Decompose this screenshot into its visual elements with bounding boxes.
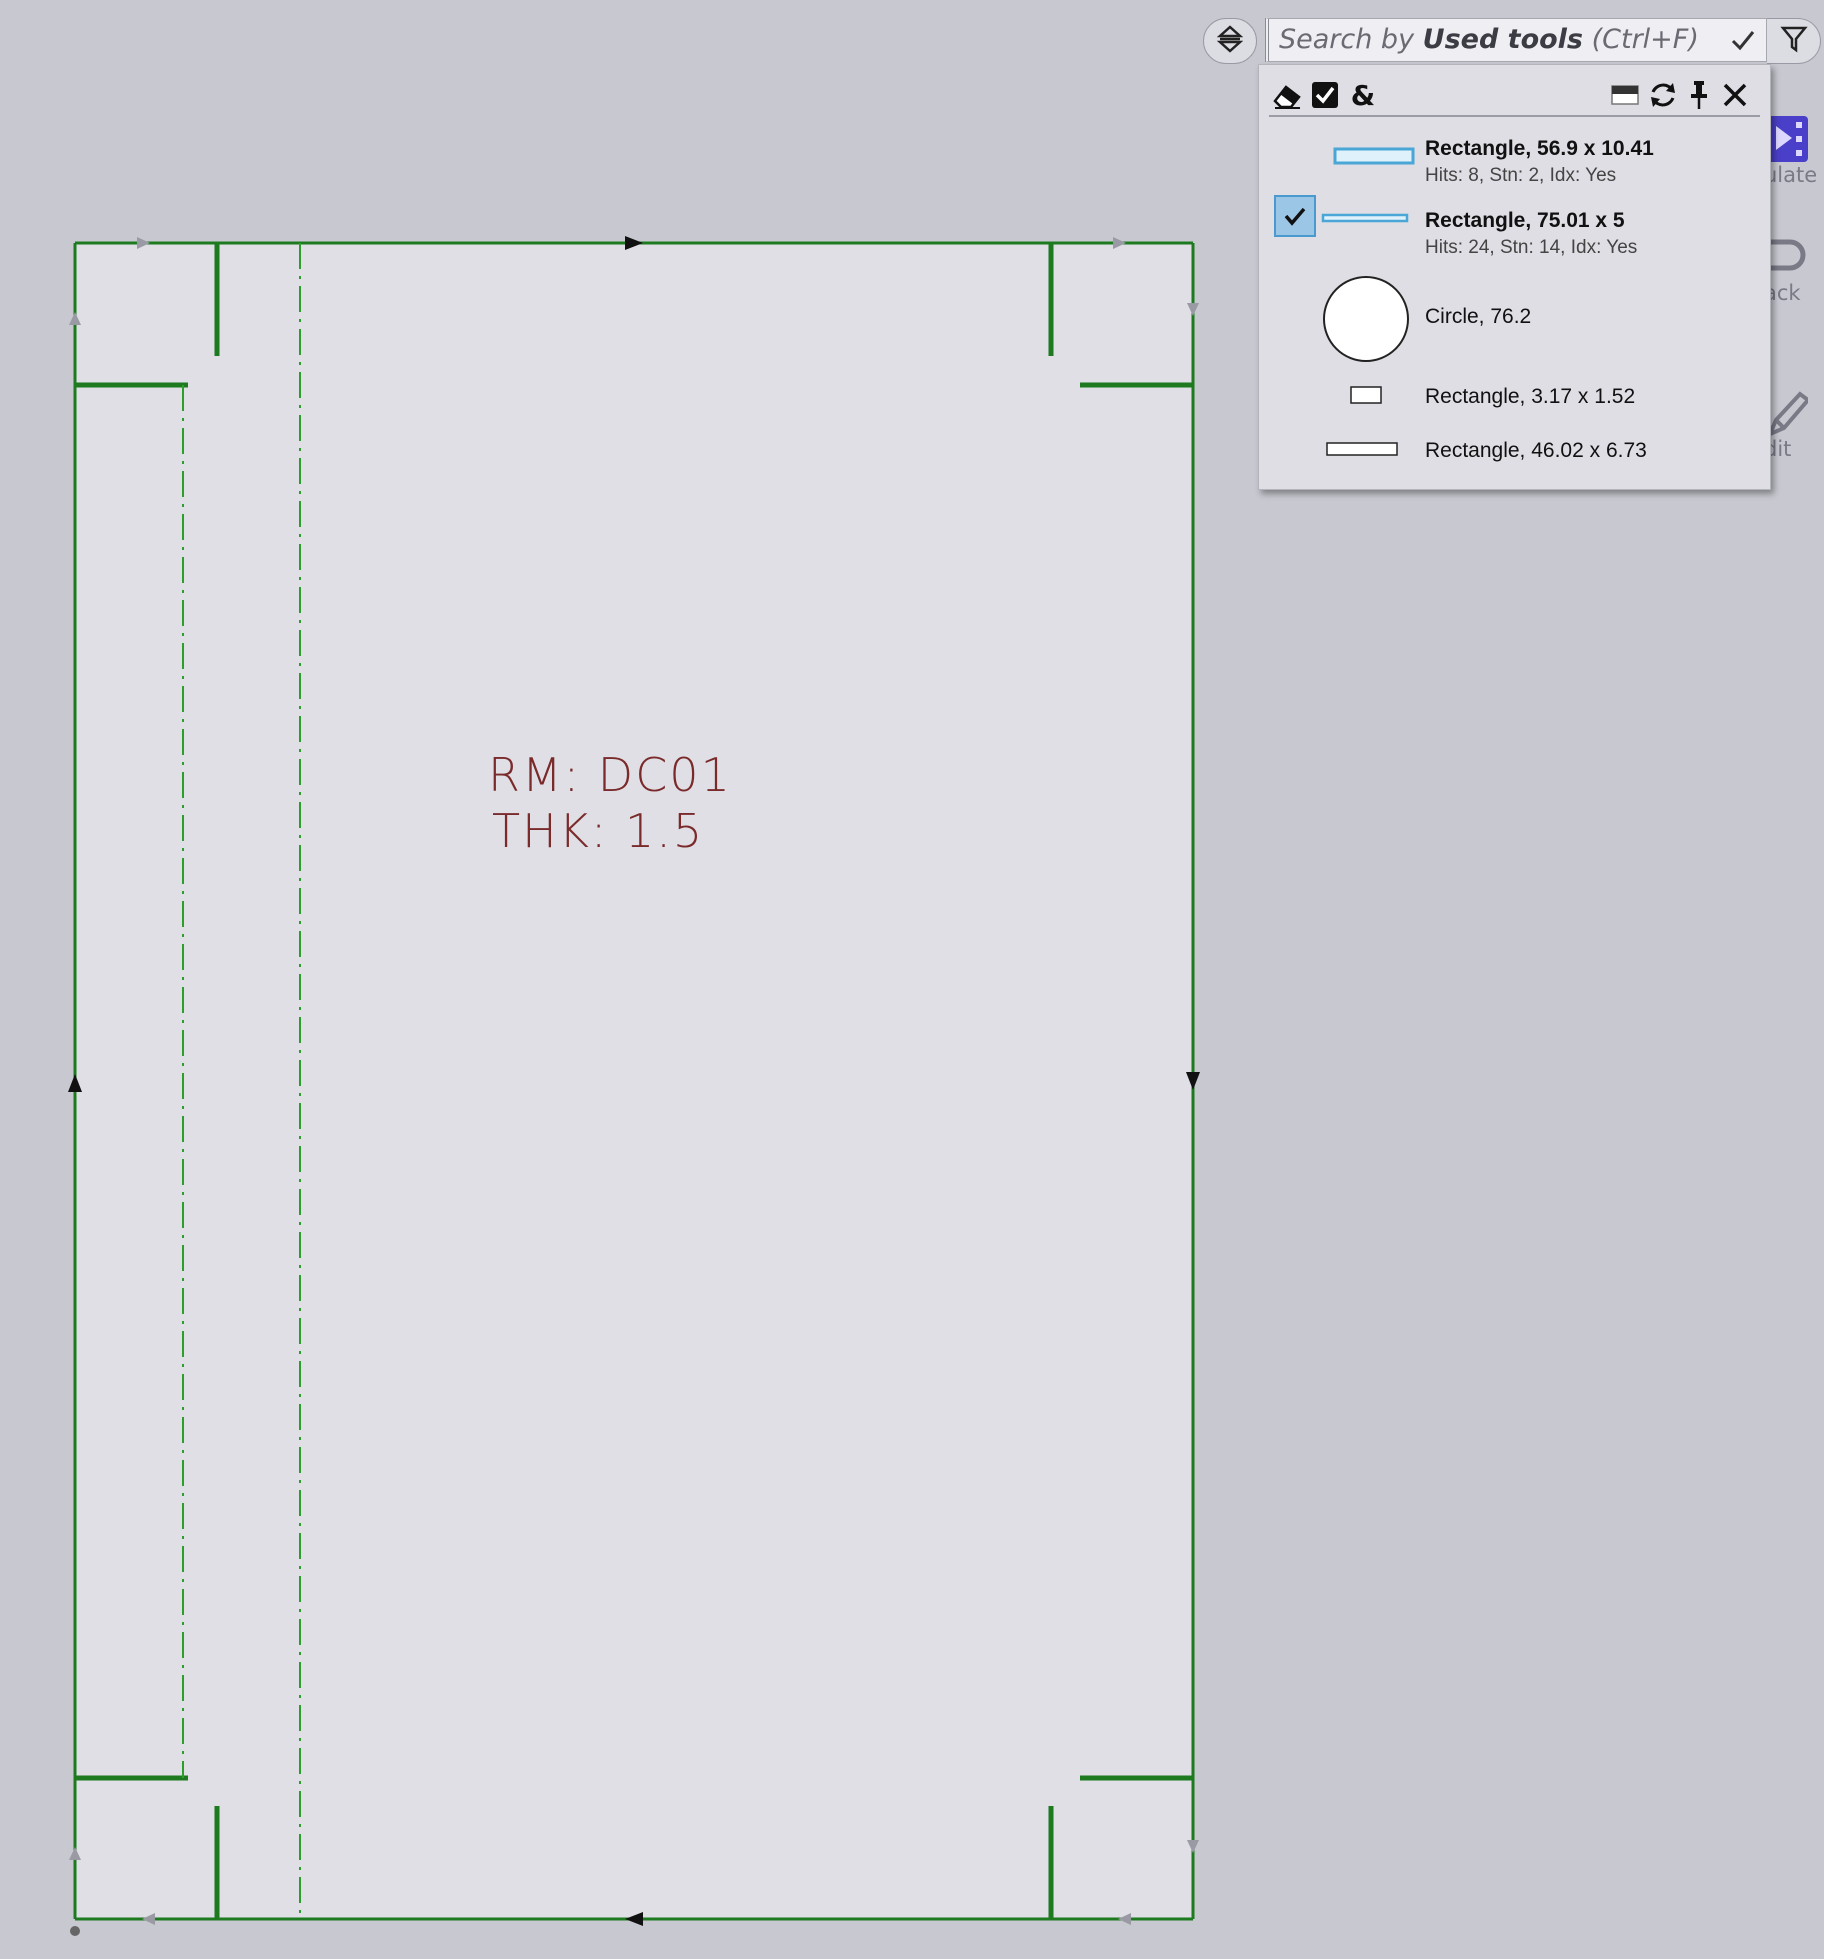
close-icon[interactable] bbox=[1719, 79, 1751, 111]
edit-button[interactable]: dit bbox=[1764, 386, 1824, 461]
tool-row[interactable]: Rectangle, 46.02 x 6.73 bbox=[1259, 431, 1772, 481]
checkmark-icon[interactable] bbox=[1730, 27, 1756, 57]
track-button[interactable]: ack bbox=[1764, 236, 1824, 305]
sort-arrows-icon bbox=[1216, 24, 1244, 58]
search-input[interactable]: Search by Used tools (Ctrl+F) bbox=[1265, 18, 1767, 62]
refresh-icon[interactable] bbox=[1647, 79, 1679, 111]
tool-title: Circle, 76.2 bbox=[1425, 305, 1532, 328]
checkbox-icon[interactable] bbox=[1309, 79, 1341, 111]
panel-toolbar: & bbox=[1269, 75, 1760, 117]
tool-title: Rectangle, 3.17 x 1.52 bbox=[1425, 385, 1636, 408]
tool-row[interactable]: Rectangle, 3.17 x 1.52 bbox=[1259, 377, 1772, 427]
thickness-label: THK: 1.5 bbox=[492, 804, 705, 858]
tool-title: Rectangle, 75.01 x 5 bbox=[1425, 209, 1625, 232]
sheet-area bbox=[75, 243, 1193, 1919]
track-label: ack bbox=[1764, 281, 1801, 305]
and-operator-button[interactable]: & bbox=[1347, 79, 1379, 112]
simulate-label: ulate bbox=[1764, 163, 1818, 187]
origin-marker bbox=[70, 1926, 80, 1936]
eraser-icon[interactable] bbox=[1271, 79, 1303, 111]
tool-shape-preview bbox=[1333, 147, 1415, 165]
tool-row[interactable]: Rectangle, 75.01 x 5 Hits: 24, Stn: 14, … bbox=[1259, 199, 1772, 269]
tool-shape-preview bbox=[1350, 386, 1382, 404]
material-label: RM: DC01 bbox=[488, 748, 732, 802]
tool-shape-preview bbox=[1326, 442, 1398, 456]
tool-stats: Hits: 8, Stn: 2, Idx: Yes bbox=[1425, 165, 1617, 186]
filter-icon bbox=[1779, 24, 1808, 58]
tool-stats: Hits: 24, Stn: 14, Idx: Yes bbox=[1425, 237, 1638, 258]
filter-button[interactable] bbox=[1767, 18, 1821, 64]
tool-title: Rectangle, 56.9 x 10.41 bbox=[1425, 137, 1654, 160]
tool-shape-preview bbox=[1323, 276, 1409, 362]
tool-shape-preview bbox=[1321, 213, 1409, 223]
search-placeholder: Search by Used tools (Ctrl+F) bbox=[1279, 24, 1699, 55]
pin-icon[interactable] bbox=[1683, 79, 1715, 111]
tool-row[interactable]: Rectangle, 56.9 x 10.41 Hits: 8, Stn: 2,… bbox=[1259, 127, 1772, 237]
used-tools-panel: & Rectangle, 56.9 x 10.41 Hits: 8, Stn: … bbox=[1258, 64, 1771, 490]
sort-button[interactable] bbox=[1203, 18, 1257, 64]
tool-row[interactable]: Circle, 76.2 bbox=[1259, 271, 1772, 379]
window-icon[interactable] bbox=[1609, 79, 1641, 111]
simulate-button[interactable]: ulate bbox=[1764, 112, 1824, 187]
tool-title: Rectangle, 46.02 x 6.73 bbox=[1425, 439, 1647, 462]
